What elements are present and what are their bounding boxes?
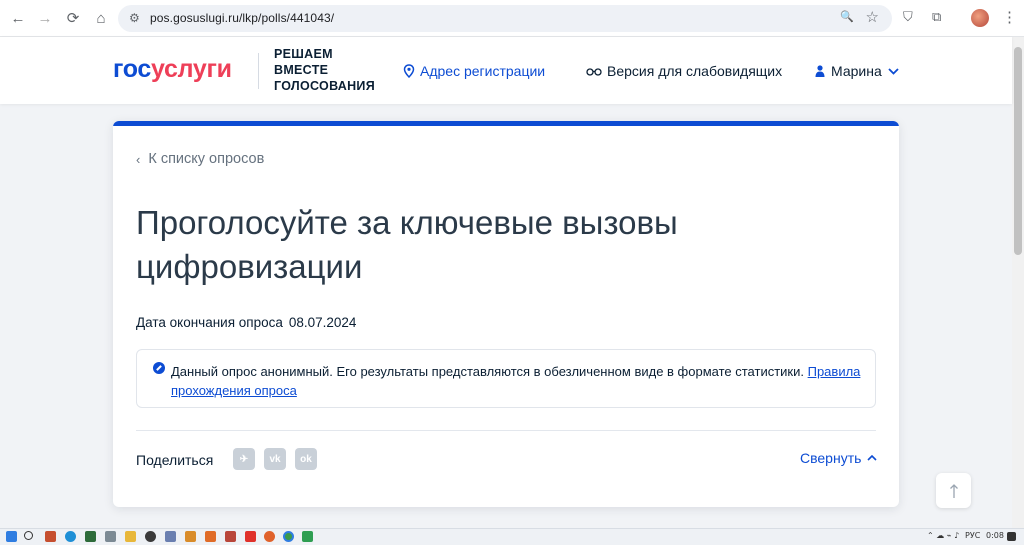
notifications-icon[interactable] bbox=[1007, 532, 1016, 541]
scrollbar-thumb[interactable] bbox=[1014, 47, 1022, 255]
end-date-value: 08.07.2024 bbox=[288, 315, 357, 330]
app-icon[interactable] bbox=[85, 531, 96, 542]
notice-body: Данный опрос анонимный. Его результаты п… bbox=[171, 364, 808, 379]
windows-start-icon[interactable] bbox=[6, 531, 17, 542]
slogan-line: ГОЛОСОВАНИЯ bbox=[274, 79, 375, 93]
header-divider bbox=[258, 53, 259, 89]
poll-title: Проголосуйте за ключевые вызовы цифровиз… bbox=[136, 204, 678, 285]
page-scrollbar[interactable] bbox=[1012, 37, 1024, 528]
excel-icon[interactable] bbox=[302, 531, 313, 542]
card-divider bbox=[136, 430, 876, 431]
tray-icons[interactable]: ⌃ ☁ ⌁ ♪ bbox=[927, 531, 959, 540]
browser-menu-icon[interactable]: ⋮ bbox=[1002, 8, 1017, 26]
app-icon[interactable] bbox=[225, 531, 236, 542]
chrome-icon[interactable] bbox=[283, 531, 294, 542]
gosuslugi-logo[interactable]: госуслуги bbox=[113, 54, 232, 84]
chevron-up-icon bbox=[867, 455, 877, 461]
slogan-line: ВМЕСТЕ bbox=[274, 63, 329, 77]
scroll-to-top-button[interactable] bbox=[936, 473, 971, 508]
folder-icon[interactable] bbox=[125, 531, 136, 542]
bookmark-star-icon[interactable]: ☆ bbox=[866, 8, 879, 26]
forward-arrow-icon[interactable]: → bbox=[31, 4, 59, 32]
reload-icon[interactable]: ⟳ bbox=[59, 4, 87, 32]
logo-part-gos: гос bbox=[113, 55, 152, 83]
app-icon[interactable] bbox=[145, 531, 156, 542]
back-to-polls-label: К списку опросов bbox=[148, 151, 265, 167]
edge-icon[interactable] bbox=[65, 531, 76, 542]
card-accent-bar bbox=[113, 121, 899, 126]
yandex-icon[interactable] bbox=[245, 531, 256, 542]
notice-text: Данный опрос анонимный. Его результаты п… bbox=[171, 362, 871, 400]
chevron-down-icon bbox=[888, 67, 899, 75]
telegram-share-icon[interactable]: ✈ bbox=[233, 448, 255, 470]
back-arrow-icon[interactable]: ← bbox=[4, 4, 32, 32]
app-icon[interactable] bbox=[105, 531, 116, 542]
low-vision-version-link[interactable]: Версия для слабовидящих bbox=[586, 63, 782, 79]
zoom-icon[interactable]: 🔍 bbox=[840, 10, 854, 23]
profile-avatar[interactable] bbox=[971, 9, 989, 27]
clock[interactable]: 0:08 bbox=[986, 531, 1004, 540]
address-url[interactable]: pos.gosuslugi.ru/lkp/polls/441043/ bbox=[150, 11, 334, 25]
odnoklassniki-share-icon[interactable]: ok bbox=[295, 448, 317, 470]
poll-card: ‹ К списку опросов Проголосуйте за ключе… bbox=[113, 121, 899, 507]
chevron-left-icon: ‹ bbox=[136, 151, 141, 167]
browser-toolbar: ← → ⟳ ⌂ ⚙ pos.gosuslugi.ru/lkp/polls/441… bbox=[0, 0, 1024, 37]
share-label: Поделиться bbox=[136, 452, 214, 468]
app-icon[interactable] bbox=[205, 531, 216, 542]
slogan-line: РЕШАЕМ bbox=[274, 47, 333, 61]
anonymous-notice: Данный опрос анонимный. Его результаты п… bbox=[136, 349, 876, 408]
arrow-up-icon bbox=[949, 483, 958, 498]
site-settings-icon[interactable]: ⚙ bbox=[129, 11, 140, 25]
registration-address-link[interactable]: Адрес регистрации bbox=[403, 63, 545, 79]
registration-address-label: Адрес регистрации bbox=[420, 63, 546, 79]
poll-end-date-row: Дата окончания опроса 08.07.2024 bbox=[136, 315, 356, 330]
site-header: госуслуги РЕШАЕМ ВМЕСТЕ ГОЛОСОВАНИЯ Адре… bbox=[0, 37, 1012, 104]
low-vision-label: Версия для слабовидящих bbox=[607, 63, 783, 79]
firefox-icon[interactable] bbox=[264, 531, 275, 542]
glasses-icon bbox=[586, 68, 602, 76]
user-menu[interactable]: Марина bbox=[815, 63, 899, 79]
user-name: Марина bbox=[831, 63, 882, 79]
extensions-icon[interactable]: ⧉ bbox=[932, 9, 941, 25]
home-icon[interactable]: ⌂ bbox=[87, 4, 115, 32]
logo-part-uslugi: услуги bbox=[151, 55, 232, 83]
address-bar[interactable]: ⚙ pos.gosuslugi.ru/lkp/polls/441043/ 🔍 ☆ bbox=[118, 5, 892, 32]
collapse-label: Свернуть bbox=[800, 450, 862, 466]
app-icon[interactable] bbox=[165, 531, 176, 542]
user-icon bbox=[815, 65, 825, 77]
shield-extension-icon[interactable]: ⛉ bbox=[903, 9, 913, 25]
project-slogan[interactable]: РЕШАЕМ ВМЕСТЕ ГОЛОСОВАНИЯ bbox=[274, 46, 394, 94]
windows-taskbar: ⌃ ☁ ⌁ ♪ РУС 0:08 bbox=[0, 528, 1024, 545]
back-to-polls-link[interactable]: ‹ К списку опросов bbox=[136, 151, 264, 167]
collapse-button[interactable]: Свернуть bbox=[800, 450, 877, 466]
input-language[interactable]: РУС bbox=[965, 531, 980, 540]
search-icon[interactable] bbox=[24, 531, 33, 540]
anonymous-icon bbox=[153, 362, 165, 374]
app-icon[interactable] bbox=[185, 531, 196, 542]
app-icon[interactable] bbox=[45, 531, 56, 542]
location-pin-icon bbox=[403, 64, 415, 78]
end-date-label: Дата окончания опроса bbox=[136, 315, 283, 330]
vk-share-icon[interactable]: vk bbox=[264, 448, 286, 470]
